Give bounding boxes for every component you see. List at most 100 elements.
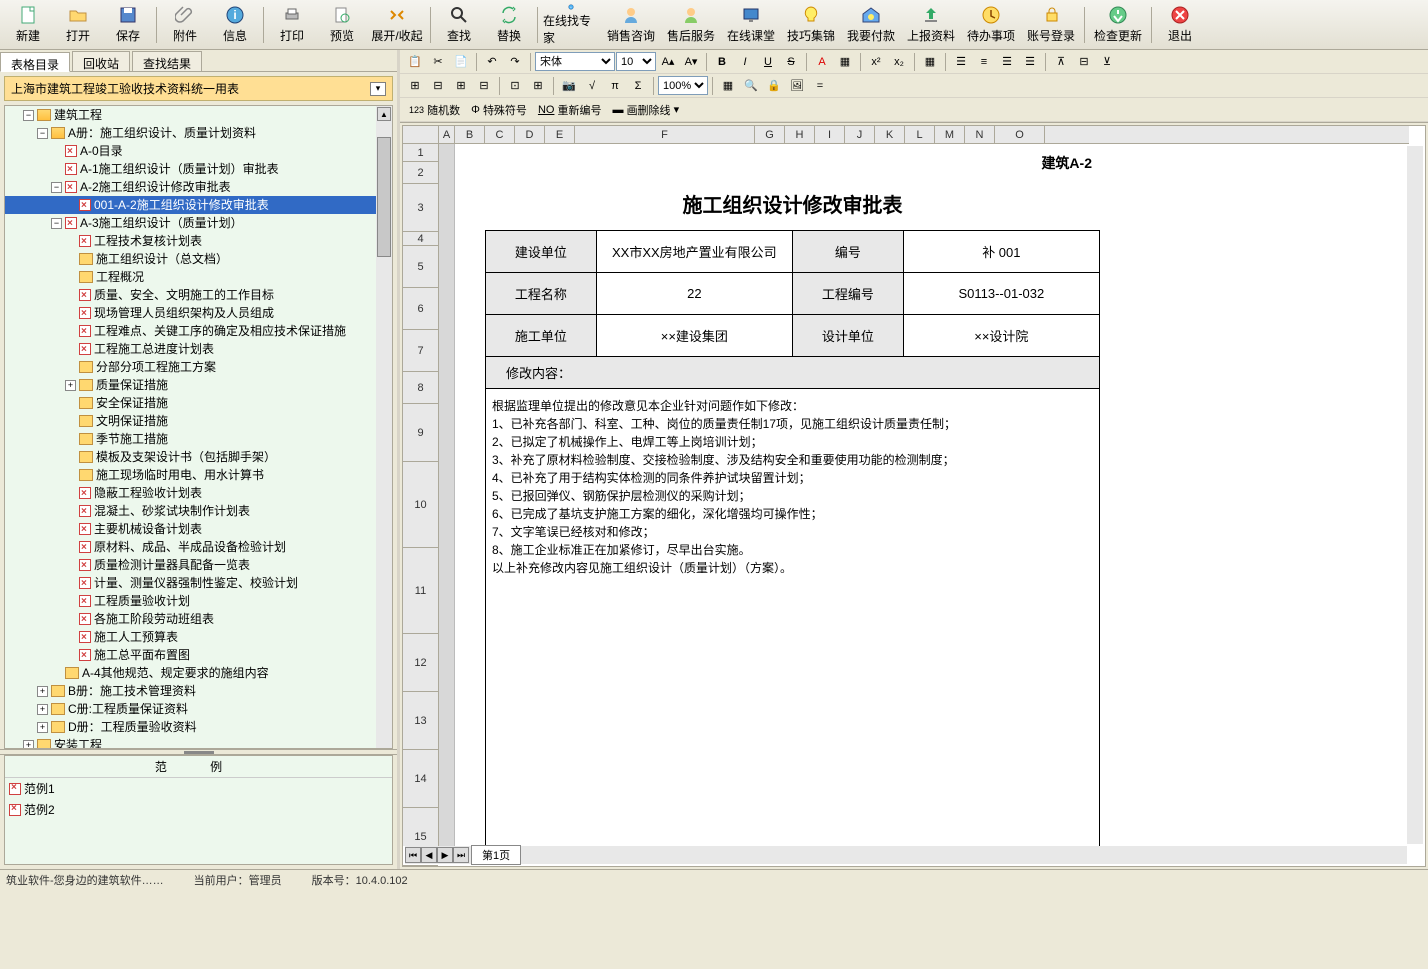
image-button[interactable]: 🖼: [786, 76, 808, 96]
camera-button[interactable]: 📷: [558, 76, 580, 96]
insert-col-button[interactable]: ⊞: [450, 76, 472, 96]
todo-button[interactable]: 待办事项: [962, 3, 1020, 47]
font-select[interactable]: 宋体: [535, 52, 615, 71]
grid-button[interactable]: ▦: [717, 76, 739, 96]
tab-recycle[interactable]: 回收站: [72, 51, 130, 71]
tab-searchresult[interactable]: 查找结果: [132, 51, 202, 71]
valign-top-button[interactable]: ⊼: [1050, 52, 1072, 72]
cut-button[interactable]: ✂: [427, 52, 449, 72]
align-justify-button[interactable]: ☰: [1019, 52, 1041, 72]
open-button[interactable]: 打开: [54, 3, 102, 47]
cell-value[interactable]: XX市XX房地产置业有限公司: [596, 231, 792, 273]
lock-button[interactable]: 🔒: [763, 76, 785, 96]
fillcolor-button[interactable]: ▦: [834, 52, 856, 72]
folder-icon: [79, 397, 93, 409]
new-button[interactable]: 新建: [4, 3, 52, 47]
sheet-tab-bar: ⏮ ◀ ▶ ⏭ 第1页: [405, 846, 1407, 864]
print-button[interactable]: 打印: [268, 3, 316, 47]
tab-catalog[interactable]: 表格目录: [0, 52, 70, 72]
example-item[interactable]: 范例1: [5, 778, 392, 799]
preview-button[interactable]: 预览: [318, 3, 366, 47]
doc-icon: [79, 325, 91, 337]
align-center-button[interactable]: ≡: [973, 52, 995, 72]
upload-button[interactable]: 上报资料: [902, 3, 960, 47]
valign-bot-button[interactable]: ⊻: [1096, 52, 1118, 72]
sheet-nav-last[interactable]: ⏭: [453, 847, 469, 863]
doc-body[interactable]: 根据监理单位提出的修改意见本企业针对问题作如下修改：1、已补充各部门、科室、工种…: [486, 389, 1100, 847]
grid-corner[interactable]: [403, 126, 439, 144]
folder-icon: [79, 415, 93, 427]
expand-collapse-button[interactable]: 展开/收起: [368, 3, 426, 47]
special-button[interactable]: Φ 特殊符号: [466, 100, 532, 120]
zoom-select[interactable]: 100%: [658, 76, 708, 95]
renumber-button[interactable]: NO 重新编号: [533, 100, 607, 120]
undo-button[interactable]: ↶: [481, 52, 503, 72]
redo-button[interactable]: ↷: [504, 52, 526, 72]
merge-button[interactable]: ⊡: [504, 76, 526, 96]
bold-button[interactable]: B: [711, 52, 733, 72]
expert-button[interactable]: e在线找专家: [542, 3, 600, 47]
italic-button[interactable]: I: [734, 52, 756, 72]
align-left-button[interactable]: ☰: [950, 52, 972, 72]
replace-button[interactable]: 替换: [485, 3, 533, 47]
update-button[interactable]: 检查更新: [1089, 3, 1147, 47]
sheet-tab[interactable]: 第1页: [471, 845, 521, 865]
sales-button[interactable]: 销售咨询: [602, 3, 660, 47]
unmerge-button[interactable]: ⊞: [527, 76, 549, 96]
tree-view[interactable]: −建筑工程 −A册：施工组织设计、质量计划资料 A-0目录 A-1施工组织设计（…: [4, 105, 393, 749]
info-button[interactable]: i信息: [211, 3, 259, 47]
sheet-nav-first[interactable]: ⏮: [405, 847, 421, 863]
find-button[interactable]: 🔍: [740, 76, 762, 96]
delete-col-button[interactable]: ⊟: [473, 76, 495, 96]
sheet-nav-next[interactable]: ▶: [437, 847, 453, 863]
save-button[interactable]: 保存: [104, 3, 152, 47]
aftersale-button[interactable]: 售后服务: [662, 3, 720, 47]
tree-node-selected[interactable]: 001-A-2施工组织设计修改审批表: [5, 196, 392, 214]
border-button[interactable]: ▦: [919, 52, 941, 72]
fontsize-up-button[interactable]: A▴: [657, 52, 679, 72]
example-item[interactable]: 范例2: [5, 799, 392, 820]
strike-button[interactable]: S: [780, 52, 802, 72]
copy-button[interactable]: 📋: [404, 52, 426, 72]
tree-scrollbar[interactable]: ▲: [376, 106, 392, 748]
align-right-button[interactable]: ☰: [996, 52, 1018, 72]
underline-button[interactable]: U: [757, 52, 779, 72]
left-tabs: 表格目录 回收站 查找结果: [0, 50, 397, 72]
cell-value[interactable]: 补 001: [903, 231, 1099, 273]
sheet-content[interactable]: 建筑A-2 施工组织设计修改审批表 建设单位 XX市XX房地产置业有限公司 编号…: [439, 144, 1409, 846]
valign-mid-button[interactable]: ⊟: [1073, 52, 1095, 72]
equal-button[interactable]: =: [809, 76, 831, 96]
vertical-scrollbar[interactable]: [1407, 146, 1423, 844]
class-button[interactable]: 在线课堂: [722, 3, 780, 47]
spreadsheet-area[interactable]: ABCDEFGHIJKLMNO 123456789101112131415 建筑…: [402, 125, 1426, 867]
fontcolor-button[interactable]: A: [811, 52, 833, 72]
formula-button[interactable]: √: [581, 76, 603, 96]
pay-button[interactable]: 我要付款: [842, 3, 900, 47]
sigma-button[interactable]: Σ: [627, 76, 649, 96]
fontsize-select[interactable]: 10: [616, 52, 656, 71]
folder-icon: [79, 379, 93, 391]
attach-button[interactable]: 附件: [161, 3, 209, 47]
pi-button[interactable]: π: [604, 76, 626, 96]
delete-row-button[interactable]: ⊟: [427, 76, 449, 96]
cell-label[interactable]: 建设单位: [486, 231, 597, 273]
dropdown-icon[interactable]: ▾: [370, 82, 386, 96]
cell-label[interactable]: 编号: [792, 231, 903, 273]
exit-button[interactable]: 退出: [1156, 3, 1204, 47]
insert-row-button[interactable]: ⊞: [404, 76, 426, 96]
paste-button[interactable]: 📄: [450, 52, 472, 72]
random-button[interactable]: 123 随机数: [404, 100, 465, 120]
tree-toggle[interactable]: −: [23, 110, 34, 121]
login-button[interactable]: 账号登录: [1022, 3, 1080, 47]
row-headers[interactable]: 123456789101112131415: [403, 144, 439, 846]
fontsize-down-button[interactable]: A▾: [680, 52, 702, 72]
sheet-nav-prev[interactable]: ◀: [421, 847, 437, 863]
tips-button[interactable]: 技巧集锦: [782, 3, 840, 47]
superscript-button[interactable]: x²: [865, 52, 887, 72]
find-button[interactable]: 查找: [435, 3, 483, 47]
panel-title-bar[interactable]: 上海市建筑工程竣工验收技术资料统一用表 ▾: [4, 76, 393, 101]
drawdel-button[interactable]: ▬ 画删除线 ▾: [608, 100, 685, 120]
column-headers[interactable]: ABCDEFGHIJKLMNO: [439, 126, 1409, 144]
form-table[interactable]: 建设单位 XX市XX房地产置业有限公司 编号 补 001 工程名称 22 工程编…: [485, 230, 1100, 846]
subscript-button[interactable]: x₂: [888, 52, 910, 72]
